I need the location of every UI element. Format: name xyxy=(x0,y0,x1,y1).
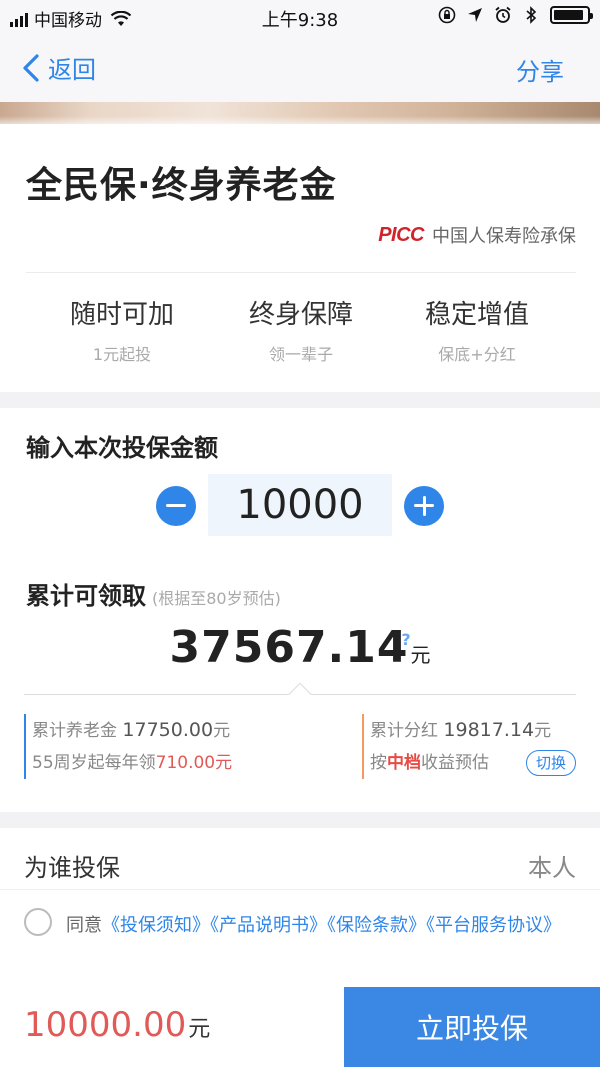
insurer-info: PICC 中国人保寿险承保 xyxy=(378,222,576,248)
feature-title: 随时可加 xyxy=(69,300,174,330)
basis-suffix: 收益预估 xyxy=(421,753,489,773)
picc-logo: PICC xyxy=(378,223,424,246)
basis-prefix: 按 xyxy=(370,753,387,773)
product-card: 全民保·终身养老金 PICC 中国人保寿险承保 随时可加 1元起投 终身保障 领… xyxy=(0,124,600,392)
price-value: 10000.00 xyxy=(24,1005,187,1045)
battery-icon xyxy=(550,6,593,24)
total-value: 37567.14 xyxy=(169,622,409,673)
status-bar: 中国移动 上午9:38 xyxy=(0,0,600,36)
insured-selector[interactable]: 为谁投保 本人 xyxy=(0,828,600,890)
back-label: 返回 xyxy=(48,56,96,84)
agree-prefix: 同意 xyxy=(66,915,102,936)
feature-item: 终身保障 领一辈子 xyxy=(211,294,391,365)
feature-item: 稳定增值 保底+分红 xyxy=(387,294,567,365)
receive-title: 累计可领取 xyxy=(26,582,146,610)
feature-item: 随时可加 1元起投 xyxy=(32,294,212,365)
price-unit: 元 xyxy=(188,1017,211,1042)
basis-row: 按中档收益预估 xyxy=(370,747,551,779)
rotation-lock-icon xyxy=(438,6,456,24)
annual-value: 710.00元 xyxy=(155,753,233,773)
battery-level xyxy=(554,10,583,20)
location-icon xyxy=(468,8,482,22)
feature-title: 终身保障 xyxy=(248,300,353,330)
link-terms[interactable]: 《保险条款》 xyxy=(327,915,426,936)
annual-prefix: 55周岁起每年领 xyxy=(32,753,156,773)
agreement-text: 同意《投保须知》《产品说明书》《保险条款》《平台服务协议》 xyxy=(66,908,592,944)
amount-input[interactable] xyxy=(208,474,392,536)
amount-card: 输入本次投保金额 累计可领取(根据至80岁预估) 37567.14元 ? 累计养… xyxy=(0,408,600,812)
pension-value: 17750.00 xyxy=(122,719,214,741)
pension-detail: 累计养老金 17750.00元 55周岁起每年领710.00元 xyxy=(24,714,232,779)
basis-level: 中档 xyxy=(387,753,421,773)
feature-title: 稳定增值 xyxy=(424,300,529,330)
chevron-left-icon xyxy=(23,53,39,82)
total-price: 10000.00元 xyxy=(24,1005,210,1045)
receive-note: (根据至80岁预估) xyxy=(152,589,281,608)
agree-checkbox[interactable] xyxy=(24,908,52,936)
link-notice[interactable]: 《投保须知》 xyxy=(102,915,210,936)
pension-row: 累计养老金 17750.00元 xyxy=(32,714,232,747)
pension-unit: 元 xyxy=(213,721,231,741)
bottom-bar: 10000.00元 立即投保 xyxy=(0,987,600,1067)
insured-value: 本人 xyxy=(528,854,576,882)
bluetooth-icon xyxy=(526,6,537,24)
product-title: 全民保·终身养老金 xyxy=(26,165,337,206)
feature-list: 随时可加 1元起投 终身保障 领一辈子 稳定增值 保底+分红 xyxy=(0,294,600,374)
link-platform-agreement[interactable]: 《平台服务协议》 xyxy=(426,915,561,936)
dividend-detail: 累计分红 19817.14元 按中档收益预估 xyxy=(362,714,551,779)
amount-stepper xyxy=(156,474,446,536)
dividend-label: 累计分红 xyxy=(370,721,438,741)
help-icon[interactable]: ? xyxy=(396,630,416,650)
back-button[interactable]: 返回 xyxy=(22,50,96,85)
annual-row: 55周岁起每年领710.00元 xyxy=(32,747,232,779)
insurer-text: 中国人保寿险承保 xyxy=(432,226,576,247)
banner-image xyxy=(0,102,600,124)
pointer-caret xyxy=(288,682,312,706)
dividend-row: 累计分红 19817.14元 xyxy=(370,714,551,747)
status-right xyxy=(438,6,593,24)
dividend-value: 19817.14 xyxy=(443,719,535,741)
amount-section-title: 输入本次投保金额 xyxy=(26,434,218,462)
feature-subtitle: 保底+分红 xyxy=(438,345,516,364)
divider xyxy=(26,272,576,273)
decrease-button[interactable] xyxy=(156,486,196,526)
page: 中国移动 上午9:38 返回 分享 全民保·终身养老金 PICC 中国人保寿险承… xyxy=(0,0,600,1067)
switch-button[interactable]: 切换 xyxy=(526,750,576,776)
dividend-unit: 元 xyxy=(534,721,552,741)
pension-label: 累计养老金 xyxy=(32,721,117,741)
share-button[interactable]: 分享 xyxy=(516,52,564,87)
total-amount: 37567.14 元 xyxy=(0,622,600,673)
buy-now-button[interactable]: 立即投保 xyxy=(344,987,600,1067)
link-product-manual[interactable]: 《产品说明书》 xyxy=(210,915,327,936)
nav-bar: 返回 分享 xyxy=(0,36,600,102)
receive-title-row: 累计可领取 (根据至80岁预估) xyxy=(26,576,281,611)
feature-subtitle: 1元起投 xyxy=(92,345,152,364)
feature-subtitle: 领一辈子 xyxy=(268,345,333,364)
insured-label: 为谁投保 xyxy=(24,854,120,882)
increase-button[interactable] xyxy=(404,486,444,526)
alarm-icon xyxy=(495,6,511,23)
